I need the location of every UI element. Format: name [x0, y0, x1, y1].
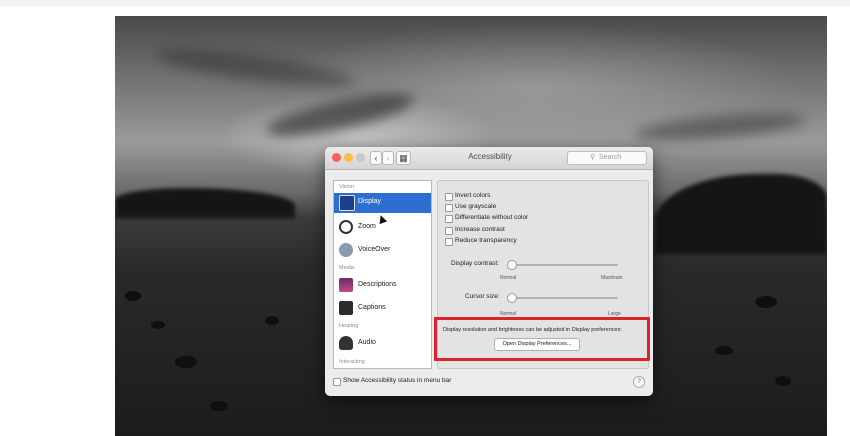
zoom-icon: [339, 220, 353, 234]
top-strip: [0, 0, 850, 6]
sidebar-item-label: Display: [358, 198, 381, 205]
checkbox-label: Reduce transparency: [455, 237, 517, 244]
display-contrast-label: Display contrast:: [451, 260, 500, 267]
checkbox[interactable]: [445, 204, 453, 212]
sidebar-header-hearing: Hearing: [339, 323, 359, 329]
sidebar-item-label: Audio: [358, 339, 376, 346]
sidebar-item-label: VoiceOver: [358, 246, 391, 253]
checkbox[interactable]: [445, 238, 453, 246]
cursor-size-slider-knob[interactable]: [507, 293, 517, 303]
sidebar-item-captions[interactable]: Captions: [334, 299, 431, 319]
checkbox[interactable]: [445, 227, 453, 235]
checkbox[interactable]: [445, 193, 453, 201]
rock: [151, 321, 165, 329]
open-display-preferences-button[interactable]: Open Display Preferences...: [494, 338, 580, 351]
contrast-max-label: Maximum: [601, 275, 623, 281]
sidebar-item-voiceover[interactable]: VoiceOver: [334, 241, 431, 261]
minimize-button[interactable]: [344, 153, 353, 162]
sidebar-item-descriptions[interactable]: Descriptions: [334, 276, 431, 296]
checkbox-label: Use grayscale: [455, 203, 497, 210]
show-all-button[interactable]: ▦: [396, 151, 411, 165]
shoreline: [115, 188, 295, 218]
checkbox-label: Differentiate without color: [455, 214, 529, 221]
audio-icon: [339, 336, 353, 350]
checkbox[interactable]: [445, 215, 453, 223]
sidebar-header-vision: Vision: [339, 184, 354, 190]
display-settings-panel: Invert colors Use grayscale Differentiat…: [434, 180, 650, 369]
cursor-size-label: Cursor size:: [465, 293, 500, 300]
back-button[interactable]: ‹: [370, 151, 382, 165]
sidebar-item-label: Descriptions: [358, 281, 397, 288]
voiceover-icon: [339, 243, 353, 257]
cloud: [154, 42, 356, 95]
rock: [265, 316, 279, 325]
sidebar: Vision Display Zoom VoiceOver Media Desc…: [333, 180, 432, 369]
checkbox[interactable]: [333, 378, 341, 386]
sidebar-item-display[interactable]: Display: [334, 193, 431, 213]
display-contrast-slider-knob[interactable]: [507, 260, 517, 270]
cursor-size-slider[interactable]: [510, 297, 618, 299]
sidebar-header-media: Media: [339, 265, 354, 271]
accessibility-window: ‹ › ▦ Accessibility ⚲ Search Vision Disp…: [325, 147, 653, 396]
checkbox-label: Invert colors: [455, 192, 491, 199]
rock: [210, 401, 228, 411]
forward-button[interactable]: ›: [382, 151, 394, 165]
window-title: Accessibility: [468, 152, 512, 161]
captions-icon: [339, 301, 353, 315]
cloud: [263, 85, 417, 145]
search-input[interactable]: ⚲ Search: [567, 151, 647, 165]
search-icon: ⚲: [590, 154, 596, 161]
shoreline: [655, 174, 827, 254]
contrast-min-label: Normal: [500, 275, 517, 281]
display-contrast-slider[interactable]: [510, 264, 618, 266]
rock: [125, 291, 141, 301]
help-button[interactable]: ?: [633, 376, 645, 388]
descriptions-icon: [339, 278, 353, 292]
rock: [715, 346, 733, 355]
highlight-box: Display resolution and brightness can be…: [434, 317, 650, 361]
display-icon: [339, 195, 355, 211]
rock: [175, 356, 197, 368]
checkbox-label: Increase contrast: [455, 226, 505, 233]
close-button[interactable]: [332, 153, 341, 162]
sidebar-item-label: Captions: [358, 304, 386, 311]
sidebar-item-label: Zoom: [358, 223, 376, 230]
sidebar-item-audio[interactable]: Audio: [334, 334, 431, 354]
sidebar-header-interacting: Interacting: [339, 359, 365, 365]
zoom-button[interactable]: [356, 153, 365, 162]
checkbox-label: Show Accessibility status in menu bar: [343, 377, 452, 384]
rock: [775, 376, 791, 386]
search-placeholder: Search: [599, 154, 622, 161]
display-preferences-note: Display resolution and brightness can be…: [443, 327, 622, 333]
cloud: [634, 108, 806, 146]
rock: [755, 296, 777, 308]
title-bar: ‹ › ▦ Accessibility ⚲ Search: [325, 147, 653, 170]
